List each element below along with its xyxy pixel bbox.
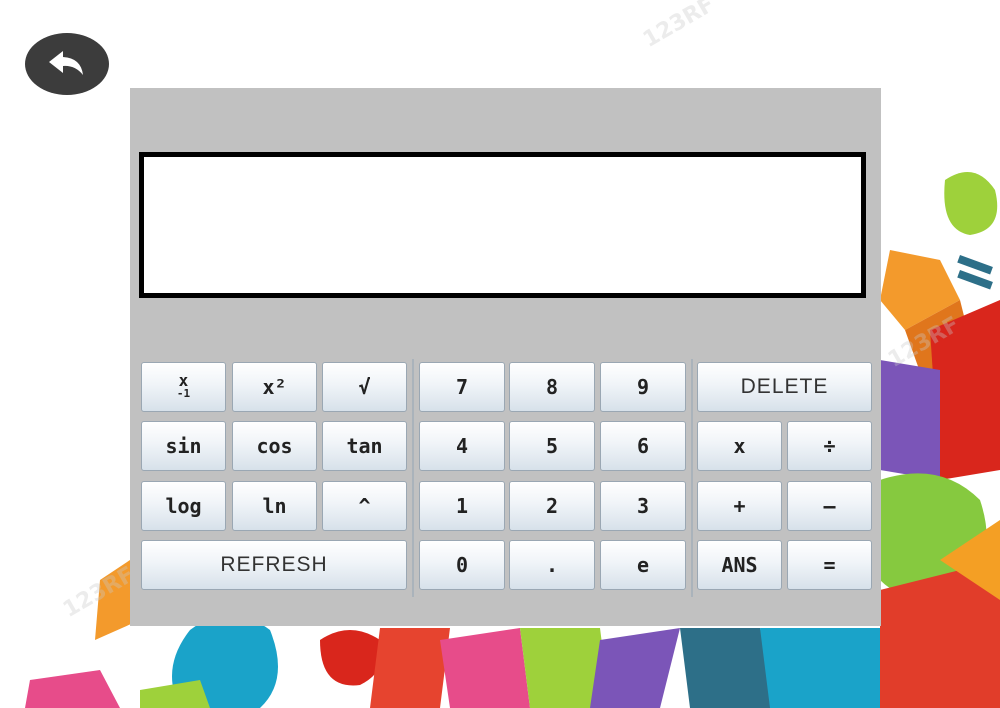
x-inverse-exponent: -1 (176, 387, 191, 400)
ln-key[interactable]: ln (232, 481, 317, 531)
divide-key[interactable]: ÷ (787, 421, 872, 471)
sqrt-key[interactable]: √ (322, 362, 407, 412)
log-key[interactable]: log (141, 481, 226, 531)
key-divider (691, 359, 693, 597)
delete-button[interactable]: DELETE (697, 362, 872, 412)
calculator-panel: x -1 x² √ sin cos tan log ln ^ REFRESH 7… (130, 88, 881, 626)
digit-5-key[interactable]: 5 (509, 421, 595, 471)
x-inverse-key[interactable]: x -1 (141, 362, 226, 412)
power-key[interactable]: ^ (322, 481, 407, 531)
x-squared-key[interactable]: x² (232, 362, 317, 412)
ans-key[interactable]: ANS (697, 540, 782, 590)
digit-7-key[interactable]: 7 (419, 362, 505, 412)
tan-key[interactable]: tan (322, 421, 407, 471)
back-arrow-icon (49, 51, 83, 75)
calculator-display (139, 152, 866, 298)
digit-1-key[interactable]: 1 (419, 481, 505, 531)
cos-key[interactable]: cos (232, 421, 317, 471)
refresh-button[interactable]: REFRESH (141, 540, 407, 590)
digit-8-key[interactable]: 8 (509, 362, 595, 412)
digit-6-key[interactable]: 6 (600, 421, 686, 471)
digit-0-key[interactable]: 0 (419, 540, 505, 590)
decimal-point-key[interactable]: . (509, 540, 595, 590)
equals-key[interactable]: = (787, 540, 872, 590)
plus-key[interactable]: + (697, 481, 782, 531)
minus-key[interactable]: – (787, 481, 872, 531)
euler-e-key[interactable]: e (600, 540, 686, 590)
back-button[interactable] (25, 33, 109, 95)
digit-9-key[interactable]: 9 (600, 362, 686, 412)
sin-key[interactable]: sin (141, 421, 226, 471)
x-inverse-label: x (178, 371, 189, 390)
key-divider (412, 359, 414, 597)
digit-4-key[interactable]: 4 (419, 421, 505, 471)
digit-2-key[interactable]: 2 (509, 481, 595, 531)
multiply-key[interactable]: x (697, 421, 782, 471)
digit-3-key[interactable]: 3 (600, 481, 686, 531)
